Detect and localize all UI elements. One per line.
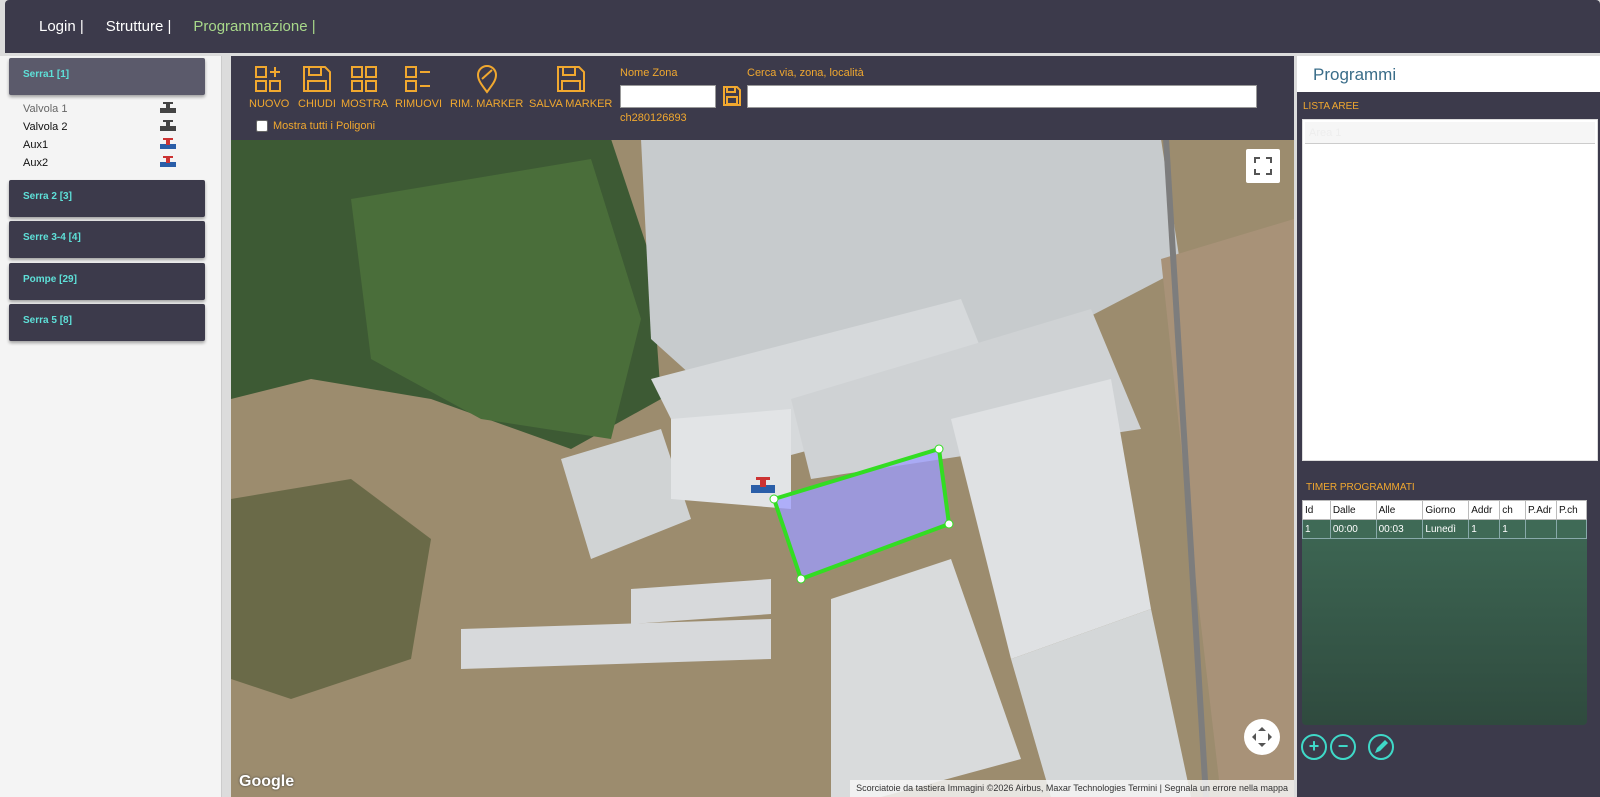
rim-marker-label: RIM. MARKER — [450, 98, 524, 110]
cerca-input[interactable] — [747, 85, 1257, 108]
nome-zona-input[interactable] — [620, 85, 716, 108]
salva-marker-label: SALVA MARKER — [529, 98, 613, 110]
marker-off-icon — [476, 65, 497, 94]
area-item[interactable]: Area 1 — [1305, 122, 1595, 144]
cell: 1 — [1468, 519, 1501, 539]
valve-item[interactable]: Valvola 2 — [23, 120, 183, 135]
cell: 00:00 — [1329, 519, 1377, 539]
group-serra1[interactable]: Serra1 [1] — [9, 58, 205, 95]
col-id: Id — [1302, 500, 1331, 520]
programmi-header: Programmi — [1297, 56, 1600, 92]
save-icon[interactable] — [722, 85, 742, 107]
nav-strutture[interactable]: Strutture | — [106, 18, 172, 35]
satellite-map[interactable]: Google Scorciatoie da tastiera Immagini … — [231, 139, 1294, 797]
fullscreen-icon — [1254, 157, 1272, 175]
col-ch: ch — [1499, 500, 1527, 520]
valve-icon — [160, 120, 176, 131]
table-row[interactable]: 1 00:00 00:03 Lunedì 1 1 — [1302, 519, 1587, 539]
cell: Lunedì — [1422, 519, 1470, 539]
map-toolbar: NUOVO CHIUDI MOSTRA RIMUOVI RIM. MARKER … — [231, 56, 1294, 140]
nome-zona-label: Nome Zona — [620, 67, 678, 79]
rim-marker-button[interactable]: RIM. MARKER — [450, 64, 523, 110]
valve-label: Valvola 2 — [23, 121, 68, 133]
col-addr: Addr — [1468, 500, 1501, 520]
valve-item[interactable]: Aux2 — [23, 156, 183, 171]
mostra-label: MOSTRA — [341, 98, 389, 110]
lista-aree-label: LISTA AREE — [1303, 101, 1359, 112]
salva-marker-button[interactable]: SALVA MARKER — [529, 64, 612, 110]
rimuovi-button[interactable]: RIMUOVI — [395, 64, 442, 110]
structures-sidebar: Serra1 [1] Valvola 1 Valvola 2 Aux1 Aux2… — [0, 56, 222, 797]
checkbox-icon[interactable] — [256, 120, 268, 132]
aree-list: Area 1 — [1302, 119, 1598, 461]
mostra-poligoni-label: Mostra tutti i Poligoni — [273, 120, 376, 132]
timer-table-panel: Id Dalle Alle Giorno Addr ch P.Adr P.ch … — [1302, 500, 1587, 725]
group-label: Serra 5 [8] — [23, 315, 72, 326]
group-serra5[interactable]: Serra 5 [8] — [9, 304, 205, 341]
minus-icon: − — [1337, 736, 1349, 756]
nuovo-label: NUOVO — [249, 98, 290, 110]
fullscreen-button[interactable] — [1246, 149, 1280, 183]
recenter-button[interactable] — [1244, 719, 1280, 755]
mostra-poligoni-checkbox[interactable]: Mostra tutti i Poligoni — [256, 120, 375, 132]
cell: 00:03 — [1375, 519, 1424, 539]
nav-login[interactable]: Login | — [39, 18, 84, 35]
cell: 1 — [1302, 519, 1331, 539]
valve-icon — [160, 138, 176, 149]
col-dalle: Dalle — [1329, 500, 1377, 520]
valve-label: Aux1 — [23, 139, 49, 151]
nav-programmazione[interactable]: Programmazione | — [193, 18, 315, 35]
col-giorno: Giorno — [1422, 500, 1470, 520]
group-label: Serra1 [1] — [23, 69, 70, 80]
add-timer-button[interactable]: + — [1301, 734, 1327, 760]
map-imagery — [231, 139, 1294, 797]
cerca-label: Cerca via, zona, località — [747, 67, 864, 79]
plus-icon: + — [1308, 736, 1320, 756]
edit-timer-button[interactable] — [1368, 734, 1394, 760]
remove-grid-icon — [404, 66, 430, 92]
col-pch: P.ch — [1556, 500, 1587, 520]
move-icon — [1252, 727, 1272, 747]
save-icon — [556, 66, 585, 92]
zona-id: ch280126893 — [620, 112, 687, 124]
top-navbar: Login | Strutture | Programmazione | — [5, 0, 1600, 53]
valve-label: Valvola 1 — [23, 103, 68, 115]
grid-icon — [350, 66, 377, 92]
valve-icon — [160, 102, 176, 113]
timer-label: TIMER PROGRAMMATI — [1306, 482, 1415, 493]
valve-item[interactable]: Aux1 — [23, 138, 183, 153]
cell — [1525, 519, 1558, 539]
rimuovi-label: RIMUOVI — [395, 98, 443, 110]
map-attribution[interactable]: Scorciatoie da tastiera Immagini ©2026 A… — [850, 780, 1294, 797]
programmi-panel: Programmi LISTA AREE Area 1 TIMER PROGRA… — [1297, 56, 1600, 797]
save-icon — [302, 66, 331, 92]
map-footer: Scorciatoie da tastiera Immagini ©2026 A… — [231, 780, 1294, 797]
nuovo-button[interactable]: NUOVO — [249, 64, 289, 110]
mostra-button[interactable]: MOSTRA — [341, 64, 388, 110]
valve-icon — [160, 156, 176, 167]
col-alle: Alle — [1375, 500, 1424, 520]
group-serre34[interactable]: Serre 3-4 [4] — [9, 221, 205, 258]
group-label: Serre 3-4 [4] — [23, 232, 81, 243]
cell — [1556, 519, 1587, 539]
cell: 1 — [1499, 519, 1527, 539]
group-label: Pompe [29] — [23, 274, 77, 285]
pencil-icon — [1375, 740, 1388, 753]
valve-item[interactable]: Valvola 1 — [23, 102, 183, 117]
chiudi-label: CHIUDI — [298, 98, 336, 110]
add-grid-icon — [255, 66, 282, 92]
col-padr: P.Adr — [1525, 500, 1558, 520]
valve-label: Aux2 — [23, 157, 49, 169]
remove-timer-button[interactable]: − — [1330, 734, 1356, 760]
programmi-title: Programmi — [1313, 65, 1397, 84]
timer-table: Id Dalle Alle Giorno Addr ch P.Adr P.ch … — [1302, 500, 1587, 539]
chiudi-button[interactable]: CHIUDI — [298, 64, 336, 110]
group-label: Serra 2 [3] — [23, 191, 72, 202]
group-pompe[interactable]: Pompe [29] — [9, 263, 205, 300]
group-serra2[interactable]: Serra 2 [3] — [9, 180, 205, 217]
